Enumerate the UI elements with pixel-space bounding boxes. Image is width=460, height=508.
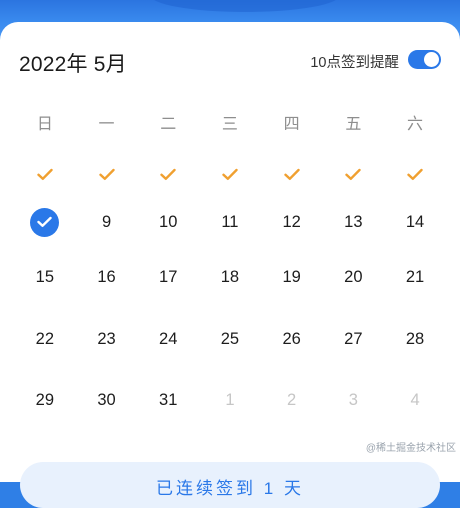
- calendar-day[interactable]: 23: [76, 317, 138, 361]
- selected-check-icon: [30, 207, 60, 237]
- calendar-day[interactable]: 26: [261, 317, 323, 361]
- watermark: @稀土掘金技术社区: [365, 443, 456, 454]
- checkmark-icon: [14, 162, 76, 186]
- weekday-label: 四: [283, 116, 300, 133]
- calendar-day[interactable]: 15: [14, 256, 76, 300]
- checkmark-icon: [261, 162, 323, 186]
- weekday-header: 日一二三四五六: [14, 110, 446, 134]
- calendar-day[interactable]: 22: [14, 317, 76, 361]
- calendar-day[interactable]: 14: [384, 200, 446, 244]
- weekday-label: 六: [407, 116, 424, 133]
- calendar-day[interactable]: 17: [137, 256, 199, 300]
- calendar-day[interactable]: 31: [137, 379, 199, 423]
- calendar-day[interactable]: 29: [14, 379, 76, 423]
- checkmark-icon: [384, 162, 446, 186]
- calendar-day[interactable]: 30: [76, 379, 138, 423]
- calendar-day[interactable]: 2: [261, 379, 323, 423]
- calendar-day[interactable]: 18: [199, 256, 261, 300]
- calendar-day[interactable]: 19: [261, 256, 323, 300]
- calendar-day[interactable]: 3: [323, 379, 385, 423]
- calendar-day[interactable]: 13: [323, 200, 385, 244]
- checkin-streak-label: 已连续签到 1 天: [156, 479, 304, 498]
- weekday-label: 日: [36, 116, 53, 133]
- calendar-day[interactable]: 9: [76, 200, 138, 244]
- weekday-label: 二: [160, 116, 177, 133]
- calendar-card: 2022年 5月 10点签到提醒 日一二三四五六 9 10 11 12 13 14 15 16…: [0, 22, 460, 508]
- month-title: 2022年 5月: [19, 53, 127, 76]
- weekday-label: 三: [221, 116, 238, 133]
- checkmark-icon: [76, 162, 138, 186]
- checkmark-icon: [323, 162, 385, 186]
- weekday-label: 一: [98, 116, 115, 133]
- checkin-row: [14, 162, 446, 186]
- calendar-day[interactable]: 12: [261, 200, 323, 244]
- calendar-day-selected[interactable]: [14, 200, 76, 244]
- checkin-streak-button[interactable]: 已连续签到 1 天: [20, 462, 440, 508]
- calendar-day[interactable]: 25: [199, 317, 261, 361]
- toggle-knob: [424, 52, 439, 67]
- calendar-day[interactable]: 24: [137, 317, 199, 361]
- reminder-label: 10点签到提醒: [310, 55, 399, 71]
- calendar-day[interactable]: 27: [323, 317, 385, 361]
- weekday-label: 五: [345, 116, 362, 133]
- reminder-toggle[interactable]: [408, 50, 441, 69]
- calendar-day[interactable]: 10: [137, 200, 199, 244]
- calendar-day[interactable]: 20: [323, 256, 385, 300]
- calendar-day[interactable]: 1: [199, 379, 261, 423]
- calendar-day[interactable]: 16: [76, 256, 138, 300]
- calendar-day[interactable]: 21: [384, 256, 446, 300]
- checkmark-icon: [199, 162, 261, 186]
- calendar-day[interactable]: 4: [384, 379, 446, 423]
- calendar-day[interactable]: 11: [199, 200, 261, 244]
- banner-wave-decoration: [150, 0, 340, 12]
- checkmark-icon: [137, 162, 199, 186]
- calendar-day[interactable]: 28: [384, 317, 446, 361]
